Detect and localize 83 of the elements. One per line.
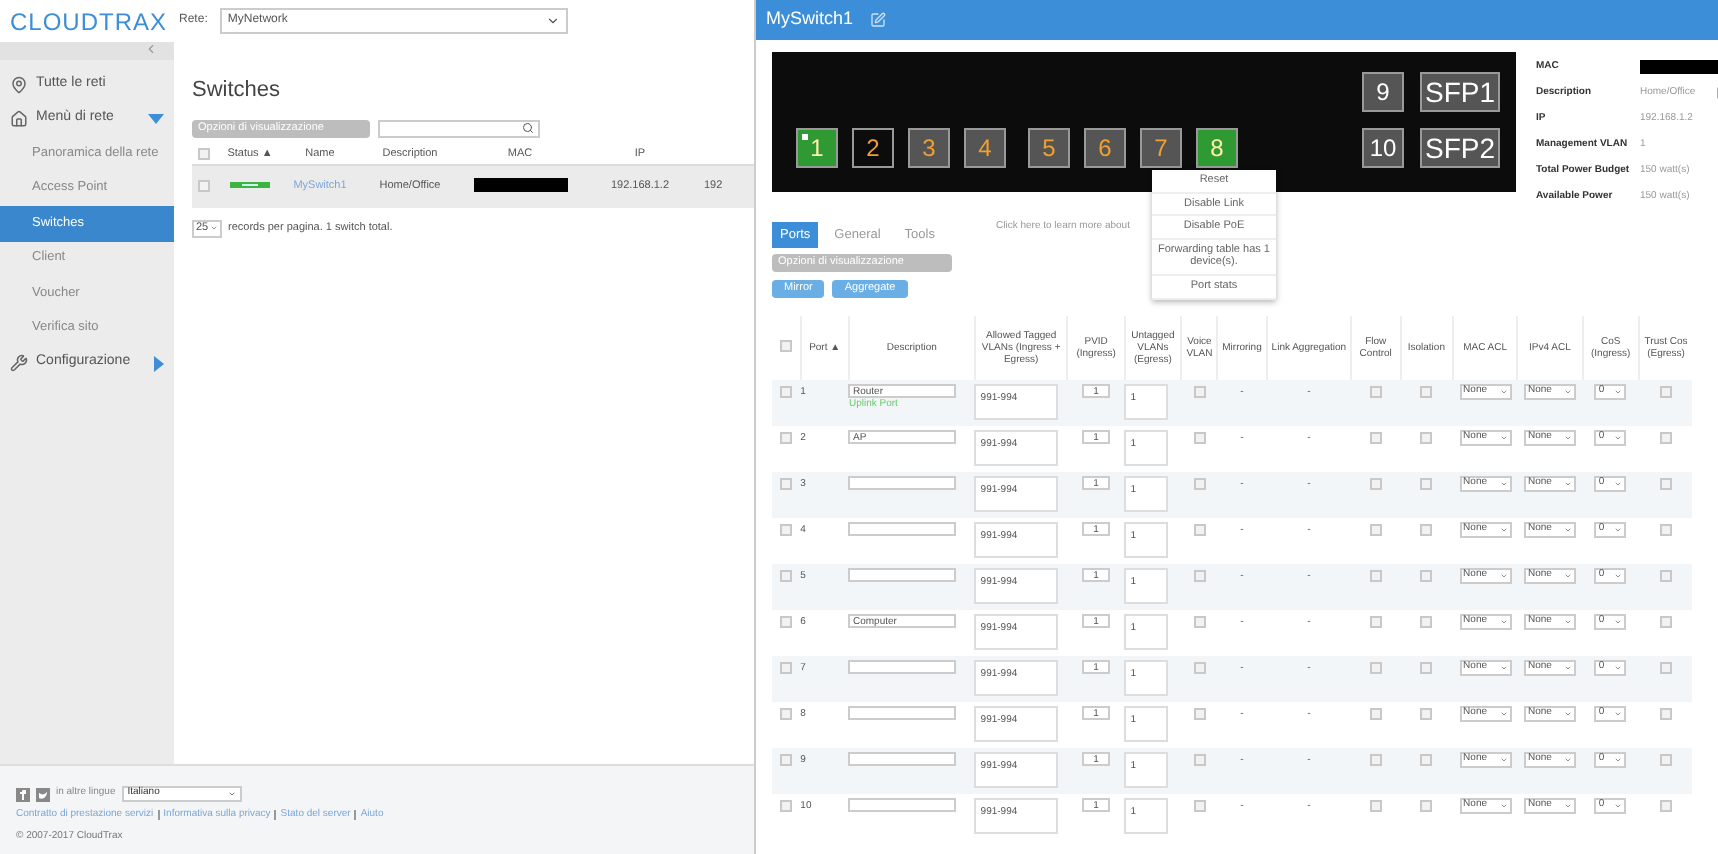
status-bar-icon [230,182,270,189]
description-field[interactable] [848,476,957,490]
checkbox[interactable] [1193,570,1206,582]
checkbox[interactable] [1659,386,1672,398]
switch-port[interactable]: 9 [1362,72,1404,112]
description-field[interactable] [848,706,957,720]
caret-icon[interactable] [148,114,164,124]
checkbox[interactable] [1193,662,1206,674]
checkbox[interactable] [780,432,793,444]
wrench-icon [10,354,28,372]
checkbox[interactable] [1193,754,1206,766]
checkbox[interactable] [1193,386,1206,398]
checkbox[interactable] [1420,478,1433,490]
redacted-block [473,178,567,193]
checkbox[interactable] [1369,570,1382,582]
search-field[interactable] [378,119,540,137]
home-icon [10,110,28,128]
checkbox[interactable] [780,662,793,674]
description-field[interactable] [848,660,957,674]
checkbox[interactable] [1659,524,1672,536]
checkbox[interactable] [780,754,793,766]
checkbox[interactable] [1193,708,1206,720]
description-field[interactable] [848,568,957,582]
checkbox[interactable] [198,147,210,160]
caret-icon[interactable] [154,355,164,371]
description-field[interactable] [848,752,957,766]
checkbox[interactable] [780,708,793,720]
checkbox[interactable] [1193,616,1206,628]
checkbox[interactable] [1659,570,1672,582]
checkbox[interactable] [1420,800,1433,812]
checkbox[interactable] [780,478,793,490]
checkbox[interactable] [1420,708,1433,720]
description-field[interactable] [848,522,957,536]
checkbox[interactable] [1659,616,1672,628]
page-title: Switches [192,76,283,106]
checkbox[interactable] [1369,386,1382,398]
checkbox[interactable] [780,570,793,582]
switch-port[interactable]: SFP2 [1420,128,1500,168]
checkbox[interactable] [780,524,793,536]
collapse-icon[interactable] [144,42,158,56]
facebook-icon[interactable] [16,787,30,801]
checkbox[interactable] [779,340,792,353]
checkbox[interactable] [1659,754,1672,766]
checkbox[interactable] [1193,524,1206,536]
checkbox[interactable] [1659,478,1672,490]
checkbox[interactable] [1369,524,1382,536]
row-background[interactable] [192,165,216,207]
checkbox[interactable] [780,616,793,628]
checkbox[interactable] [198,179,210,192]
checkbox[interactable] [1659,662,1672,674]
checkbox[interactable] [1420,616,1433,628]
checkbox[interactable] [1369,432,1382,444]
checkbox[interactable] [1369,478,1382,490]
checkbox[interactable] [1369,754,1382,766]
checkbox[interactable] [1420,524,1433,536]
checkbox[interactable] [1369,662,1382,674]
checkbox[interactable] [1659,432,1672,444]
checkbox[interactable] [780,800,793,812]
checkbox[interactable] [1369,708,1382,720]
chevron-icon [545,14,560,28]
switch-port[interactable]: SFP1 [1420,72,1500,112]
twitter-icon[interactable] [36,787,50,801]
checkbox[interactable] [1193,800,1206,812]
checkbox[interactable] [1193,478,1206,490]
switch-port[interactable]: 10 [1362,128,1404,168]
checkbox[interactable] [1420,432,1433,444]
checkbox[interactable] [780,386,793,398]
checkbox[interactable] [1659,800,1672,812]
search-icon [522,122,534,134]
switch-port[interactable]: 2 [852,128,894,168]
checkbox[interactable] [1420,754,1433,766]
edit-icon[interactable] [869,12,886,28]
checkbox[interactable] [1193,432,1206,444]
redacted-block [1640,60,1718,74]
checkbox[interactable] [1420,662,1433,674]
panel-title: MySwitch1 [766,6,854,33]
description-field[interactable] [848,798,957,812]
checkbox[interactable] [1369,800,1382,812]
checkbox[interactable] [1420,386,1433,398]
checkbox[interactable] [1659,708,1672,720]
pin-icon [10,76,28,94]
checkbox[interactable] [1369,616,1382,628]
checkbox[interactable] [1420,570,1433,582]
